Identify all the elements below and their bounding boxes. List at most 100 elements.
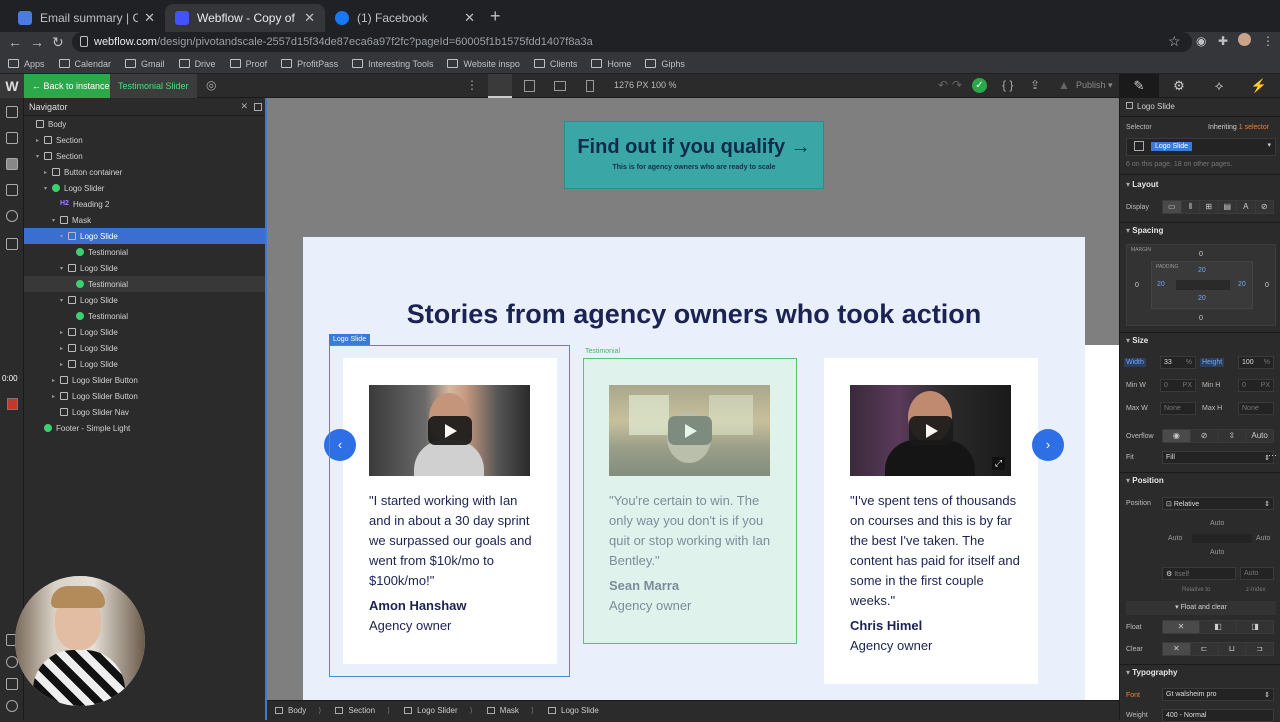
browser-tab-facebook[interactable]: (1) Facebook ✕: [325, 4, 485, 32]
caret-icon[interactable]: ▸: [60, 329, 66, 336]
breadcrumb-item[interactable]: Logo Slide: [548, 706, 611, 715]
navigator-item[interactable]: ▸ Section: [24, 132, 266, 148]
display-inline-icon[interactable]: A: [1237, 201, 1256, 213]
selected-element-badge[interactable]: Logo Slide: [329, 334, 371, 345]
padding-right-value[interactable]: 20: [1238, 281, 1246, 288]
caret-icon[interactable]: ▾: [52, 217, 58, 224]
breadcrumb-item[interactable]: Body: [275, 706, 321, 715]
margin-left-value[interactable]: 0: [1135, 282, 1139, 289]
float-and-clear-header[interactable]: ▾ Float and clear: [1126, 601, 1276, 615]
bookmark-profitpass[interactable]: ProfitPass: [281, 59, 338, 69]
more-dots-icon[interactable]: ⋮: [466, 78, 478, 92]
redo-icon[interactable]: ↷: [952, 78, 962, 92]
bookmark-drive[interactable]: Drive: [178, 59, 216, 69]
bookmark-calendar[interactable]: Calendar: [58, 59, 111, 69]
navigator-item[interactable]: ▾ Section: [24, 148, 266, 164]
reload-icon[interactable]: ↻: [52, 34, 64, 51]
bookmark-website-inspo[interactable]: Website inspo: [447, 59, 520, 69]
min-width-input[interactable]: 0 PX: [1160, 379, 1196, 392]
clear-right-icon[interactable]: ⊐: [1246, 643, 1273, 655]
padding-top-value[interactable]: 20: [1198, 267, 1206, 274]
display-grid-icon[interactable]: ⊞: [1200, 201, 1219, 213]
navigator-item[interactable]: ▸ Logo Slide: [24, 356, 266, 372]
settings-tab-gear-icon[interactable]: ⚙: [1159, 74, 1199, 98]
chevron-down-icon[interactable]: ▾: [1267, 141, 1271, 149]
undo-icon[interactable]: ↶: [938, 78, 948, 92]
play-button-icon[interactable]: [909, 416, 953, 445]
display-inline-block-icon[interactable]: ▤: [1219, 201, 1237, 213]
float-left-icon[interactable]: ◧: [1200, 621, 1237, 633]
extensions-puzzle-icon[interactable]: ✚: [1218, 34, 1228, 48]
navigator-item[interactable]: Testimonial: [24, 276, 266, 292]
navigator-item[interactable]: ▸ Logo Slide: [24, 340, 266, 356]
ecommerce-icon[interactable]: [6, 238, 18, 250]
preview-eye-icon[interactable]: ◎: [206, 78, 216, 92]
caret-icon[interactable]: ▸: [44, 169, 50, 176]
float-none-icon[interactable]: ✕: [1163, 621, 1200, 633]
overflow-auto-option[interactable]: Auto: [1246, 430, 1273, 442]
caret-icon[interactable]: ▾: [60, 265, 66, 272]
height-input[interactable]: 100%: [1238, 356, 1274, 369]
navigator-item[interactable]: Body: [24, 116, 266, 132]
clear-left-icon[interactable]: ⊏: [1191, 643, 1219, 655]
caret-icon[interactable]: ▸: [36, 137, 42, 144]
navigator-item[interactable]: ▾ Logo Slide: [24, 260, 266, 276]
margin-bottom-value[interactable]: 0: [1199, 315, 1203, 322]
interactions-tab-icon[interactable]: ⟡: [1199, 74, 1239, 98]
navigator-icon[interactable]: [6, 158, 18, 170]
bookmark-clients[interactable]: Clients: [533, 59, 577, 69]
display-flex-icon[interactable]: ⫴: [1182, 201, 1200, 213]
bookmark-apps[interactable]: Apps: [8, 59, 45, 69]
breadcrumb-item[interactable]: Section: [335, 706, 390, 715]
bookmark-home[interactable]: Home: [591, 59, 631, 69]
bookmark-star-icon[interactable]: ☆: [1168, 33, 1181, 50]
weight-select[interactable]: 400 - Normal: [1162, 709, 1274, 722]
navigator-item[interactable]: ▸ Logo Slide: [24, 324, 266, 340]
code-icon[interactable]: { }: [1002, 78, 1013, 92]
back-to-instance-button[interactable]: ← Back to instance: [24, 74, 118, 98]
max-height-input[interactable]: None: [1238, 402, 1274, 415]
lightning-tab-icon[interactable]: ⚡: [1239, 74, 1279, 98]
overflow-hidden-icon[interactable]: ⊘: [1191, 430, 1219, 442]
add-element-icon[interactable]: [6, 106, 18, 118]
url-input[interactable]: webflow.com/design/pivotandscale-2557d15…: [72, 32, 1192, 52]
caret-icon[interactable]: ▸: [60, 345, 66, 352]
typography-section-header[interactable]: Typography: [1126, 668, 1177, 677]
close-tab-icon[interactable]: ✕: [304, 10, 315, 26]
clear-none-icon[interactable]: ✕: [1163, 643, 1191, 655]
mobile-portrait-icon[interactable]: [586, 80, 594, 92]
spacing-section-header[interactable]: Spacing: [1126, 226, 1163, 235]
bookmark-proof[interactable]: Proof: [229, 59, 267, 69]
width-unit[interactable]: %: [1186, 359, 1192, 366]
size-section-header[interactable]: Size: [1126, 336, 1148, 345]
caret-icon[interactable]: ▾: [44, 185, 50, 192]
navigator-item[interactable]: Footer - Simple Light: [24, 420, 266, 436]
padding-box[interactable]: PADDING 20 20 20 20: [1151, 261, 1253, 309]
bookmark-giphs[interactable]: Giphs: [645, 59, 685, 69]
min-width-unit[interactable]: PX: [1183, 382, 1192, 389]
testimonial-card-3[interactable]: ⤢ "I've spent tens of thousands on cours…: [824, 358, 1038, 684]
navigator-item[interactable]: ▸ Logo Slider Button: [24, 372, 266, 388]
margin-box[interactable]: MARGIN 0 0 0 0 PADDING 20 20 20 20: [1126, 244, 1276, 326]
layout-section-header[interactable]: Layout: [1126, 180, 1158, 189]
close-tab-icon[interactable]: ✕: [144, 10, 155, 26]
dock-panel-icon[interactable]: [254, 103, 262, 111]
max-width-input[interactable]: None: [1160, 402, 1196, 415]
browser-tab-webflow[interactable]: Webflow - Copy of Pivot and S ✕: [165, 4, 325, 32]
close-icon[interactable]: ✕: [240, 101, 248, 112]
navigator-item[interactable]: ▾ Logo Slide: [24, 292, 266, 308]
height-unit[interactable]: %: [1264, 359, 1270, 366]
bookmark-gmail[interactable]: Gmail: [125, 59, 165, 69]
pages-icon[interactable]: [6, 184, 18, 196]
navigator-item[interactable]: ▾ Mask: [24, 212, 266, 228]
menu-dots-icon[interactable]: ⋮: [1262, 34, 1274, 48]
position-right-value[interactable]: Auto: [1256, 535, 1270, 542]
caret-icon[interactable]: ▾: [60, 297, 66, 304]
symbol-name-label[interactable]: Testimonial Slider: [110, 74, 197, 98]
display-none-icon[interactable]: ⊘: [1256, 201, 1274, 213]
display-block-icon[interactable]: ▭: [1163, 201, 1182, 213]
navigator-item[interactable]: Testimonial: [24, 308, 266, 324]
design-canvas[interactable]: Find out if you qualify → This is for ag…: [267, 98, 1119, 700]
margin-top-value[interactable]: 0: [1199, 251, 1203, 258]
caret-icon[interactable]: ▾: [60, 233, 66, 240]
